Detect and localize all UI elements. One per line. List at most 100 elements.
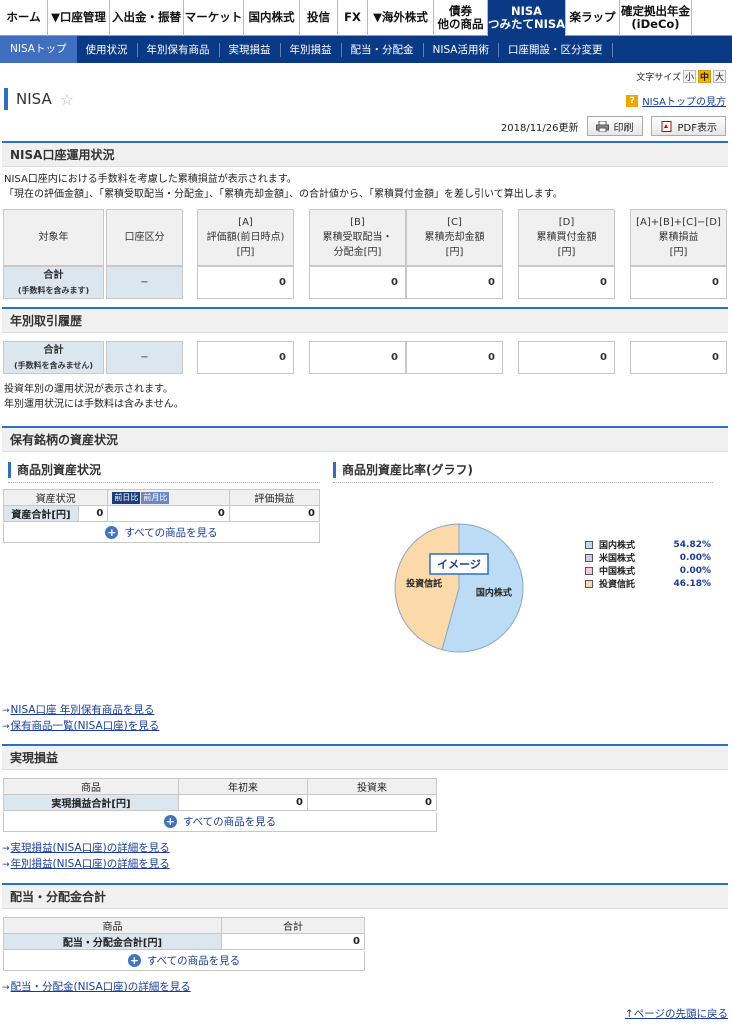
sub-nav-item-1[interactable]: 使用状況 [77, 42, 138, 57]
dividend-total-value: 0 [221, 933, 365, 950]
pdf-button[interactable]: PDF表示 [650, 116, 726, 136]
top-nav-account[interactable]: ▼口座管理 [48, 0, 110, 36]
dividend-table: 商品 合計 配当・分配金合計[円] 0 [3, 917, 365, 950]
page-top-link-text[interactable]: ↑ページの先頭に戻る [625, 1008, 728, 1020]
top-nav-ideco[interactable]: 確定拠出年金 (iDeCo) [620, 0, 692, 36]
link-holdings-list-text[interactable]: 保有商品一覧(NISA口座)を見る [11, 720, 160, 732]
legend-name-1: 米国株式 [599, 554, 636, 564]
asset-total-value: 0 [77, 505, 109, 522]
sub-nav-item-3[interactable]: 実現損益 [220, 42, 281, 57]
printer-icon [595, 120, 609, 132]
pie-legend: 国内株式 54.82% 米国株式 0.00% 中国株式 0.00% 投資信託 46.18% [585, 538, 711, 590]
arrow-icon: → [2, 706, 10, 716]
top-nav-jp-stock[interactable]: 国内株式 [244, 0, 300, 36]
operation-note: NISA口座内における手数料を考慮した累積損益が表示されます。 「現在の評価金額… [4, 172, 563, 202]
sub-nav-item-7[interactable]: 口座開設・区分変更 [499, 42, 613, 57]
operation-value-2: 0 [406, 266, 503, 299]
font-size-large-button[interactable]: 大 [713, 70, 726, 83]
operation-header-3: [B] 累積受取配当・ 分配金[円] [309, 209, 406, 266]
sub-nav-item-6[interactable]: NISA活用術 [424, 42, 499, 57]
link-dividend-detail-text[interactable]: 配当・分配金(NISA口座)の詳細を見る [11, 981, 191, 993]
sub-nav-item-4[interactable]: 年別損益 [281, 42, 342, 57]
howto-link-text[interactable]: NISAトップの見方 [642, 93, 726, 108]
operation-total-label: 合計 (手数料を含みます) [3, 266, 104, 299]
top-nav-fund[interactable]: 投信 [300, 0, 338, 36]
top-nav-home[interactable]: ホーム [0, 0, 48, 36]
pdf-label: PDF表示 [677, 122, 717, 134]
operation-total-label-text: 合計 [43, 269, 64, 281]
asset-eval-value: 0 [228, 505, 321, 522]
section-dividend-title: 配当・分配金合計 [10, 890, 107, 904]
font-size-medium-button[interactable]: 中 [698, 70, 711, 83]
link-realized-detail-text[interactable]: 実現損益(NISA口座)の詳細を見る [11, 842, 170, 854]
dividend-see-all-button[interactable]: + すべての商品を見る [3, 951, 365, 971]
legend-pct-0: 54.82% [673, 539, 712, 550]
dividend-total-label: 配当・分配金合計[円] [3, 933, 222, 950]
operation-header-6: [A]+[B]+[C]−[D] 累積損益 [円] [630, 209, 727, 266]
toggle-prev-month[interactable]: 前月比 [141, 491, 170, 504]
legend-name-2: 中国株式 [599, 567, 636, 577]
link-dividend-detail[interactable]: →配当・分配金(NISA口座)の詳細を見る [2, 979, 191, 994]
operation-total-sub-text: (手数料を含みます) [17, 285, 90, 295]
sub-nav-item-5[interactable]: 配当・分配金 [342, 42, 424, 57]
arrow-icon: → [2, 860, 10, 870]
section-yearly-header: 年別取引履歴 [2, 307, 728, 333]
top-nav-bond[interactable]: 債券 他の商品 [434, 0, 488, 36]
print-label: 印刷 [613, 122, 634, 134]
section-operation-title: NISA口座運用状況 [10, 148, 115, 162]
section-yearly-title: 年別取引履歴 [10, 314, 83, 328]
page-top-link[interactable]: ↑ページの先頭に戻る [625, 1006, 728, 1021]
yearly-value-2: 0 [406, 341, 503, 374]
top-nav-foreign-stock[interactable]: ▼海外株式 [368, 0, 434, 36]
yearly-value-3: 0 [518, 341, 615, 374]
link-yearly-pl-detail[interactable]: →年別損益(NISA口座)の詳細を見る [2, 856, 170, 871]
plus-icon: + [105, 526, 119, 539]
howto-link[interactable]: ? NISAトップの見方 [626, 93, 726, 108]
top-nav-rakuwrap[interactable]: 楽ラップ [566, 0, 620, 36]
col-toggle: 前日比 前月比 [107, 489, 230, 506]
legend-pct-1: 0.00% [679, 552, 711, 563]
holdings-see-all-button[interactable]: + すべての商品を見る [3, 523, 320, 543]
arrow-icon: → [2, 844, 10, 854]
plus-icon: + [163, 815, 177, 828]
realized-total-label: 実現損益合計[円] [3, 794, 179, 811]
print-button[interactable]: 印刷 [586, 116, 643, 136]
legend-name-3: 投資信託 [599, 580, 636, 590]
legend-item-1: 米国株式 0.00% [585, 551, 711, 564]
asset-total-label: 資産合計[円] [3, 505, 79, 522]
operation-header-1: 口座区分 [106, 209, 183, 266]
sub-nav-item-2[interactable]: 年別保有商品 [138, 42, 220, 57]
yearly-note-line2: 年別運用状況には手数料は含みません。 [4, 399, 184, 410]
realized-see-all-label: すべての商品を見る [182, 816, 277, 828]
yearly-total-label: 合計 (手数料を含みません) [3, 341, 104, 374]
top-nav-market[interactable]: マーケット [184, 0, 244, 36]
legend-pct-3: 46.18% [673, 578, 712, 589]
legend-swatch-1 [585, 553, 593, 562]
favorite-star-icon[interactable]: ☆ [60, 90, 74, 109]
legend-item-3: 投資信託 46.18% [585, 577, 711, 590]
font-size-label: 文字サイズ [636, 73, 681, 83]
link-holdings-list[interactable]: →保有商品一覧(NISA口座)を見る [2, 718, 159, 733]
legend-item-0: 国内株式 54.82% [585, 538, 711, 551]
operation-account-type: − [106, 266, 183, 299]
operation-value-3: 0 [518, 266, 615, 299]
asset-change-value: 0 [107, 505, 230, 522]
link-yearly-holdings[interactable]: →NISA口座 年別保有商品を見る [2, 702, 154, 717]
pie-slice-label-3: 投資信託 [406, 577, 442, 589]
product-assets-divider [8, 482, 320, 483]
realized-see-all-button[interactable]: + すべての商品を見る [3, 812, 437, 832]
top-nav-deposit[interactable]: 入出金・振替 [110, 0, 184, 36]
link-realized-detail[interactable]: →実現損益(NISA口座)の詳細を見る [2, 840, 170, 855]
link-yearly-pl-detail-text[interactable]: 年別損益(NISA口座)の詳細を見る [11, 858, 170, 870]
pie-badge-text: イメージ [437, 558, 481, 571]
toggle-prev-day[interactable]: 前日比 [112, 491, 141, 504]
operation-header-4: [C] 累積売却金額 [円] [406, 209, 503, 266]
section-operation-header: NISA口座運用状況 [2, 141, 728, 167]
link-yearly-holdings-text[interactable]: NISA口座 年別保有商品を見る [11, 704, 155, 716]
col-product: 商品 [3, 778, 179, 795]
font-size-small-button[interactable]: 小 [683, 70, 696, 83]
top-nav: ホーム ▼口座管理 入出金・振替 マーケット 国内株式 投信 FX ▼海外株式 債券 他の商品 NI… [0, 0, 732, 36]
top-nav-fx[interactable]: FX [338, 0, 368, 36]
sub-nav-item-0[interactable]: NISAトップ [0, 36, 77, 63]
top-nav-nisa[interactable]: NISA つみたてNISA [488, 0, 566, 36]
